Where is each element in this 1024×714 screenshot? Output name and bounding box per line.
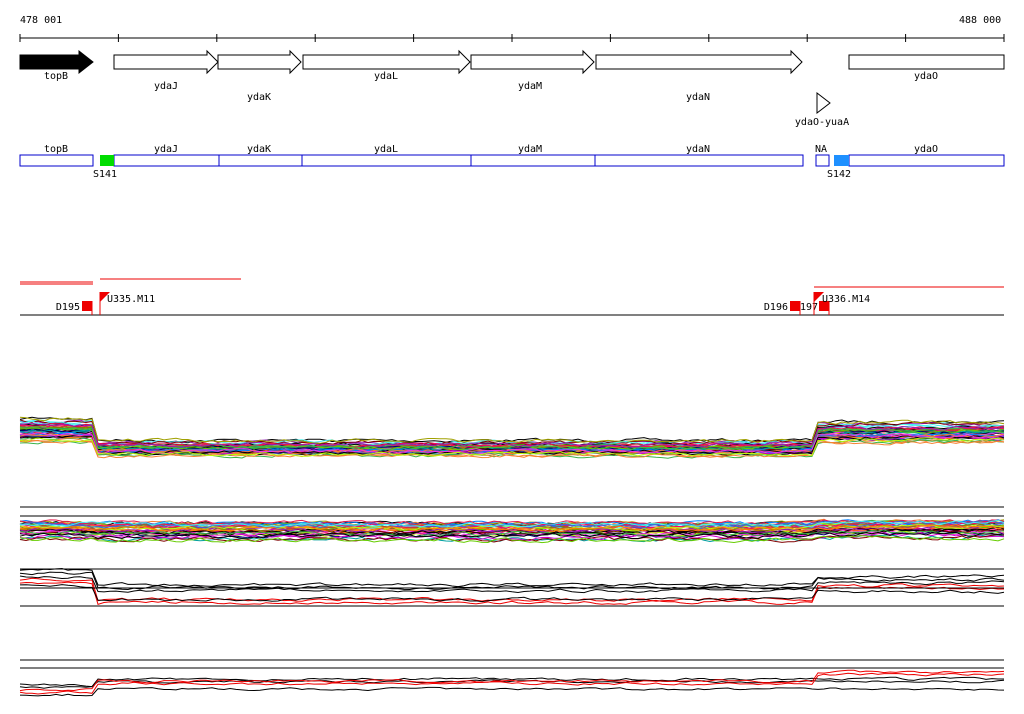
gene-label-ydaO: ydaO — [914, 71, 938, 82]
region-label-NA: NA — [815, 144, 827, 155]
gene-label-ydaL: ydaL — [374, 71, 398, 82]
gene-label-ydaJ: ydaJ — [154, 81, 178, 92]
track-probe-profiles — [19, 518, 1005, 544]
profile-line — [19, 686, 1005, 697]
marker-label-U336-M14: U336.M14 — [822, 294, 870, 305]
region-box-ydaO[interactable] — [848, 154, 1005, 167]
segment-label-S142: S142 — [827, 169, 851, 180]
track-baselines — [20, 587, 1004, 607]
gene-arrow-ydaO-yuaA[interactable] — [816, 91, 831, 115]
region-label-ydaO: ydaO — [914, 144, 938, 155]
track-condition-profiles — [19, 567, 1005, 606]
gene-arrow-ydaM[interactable] — [470, 49, 595, 75]
gene-label-ydaO-yuaA: ydaO-yuaA — [795, 117, 849, 128]
gene-arrow-ydaJ[interactable] — [113, 49, 219, 75]
profile-line — [19, 672, 1005, 695]
region-label-ydaN: ydaN — [686, 144, 710, 155]
marker-D196[interactable] — [790, 301, 800, 311]
track-separator — [20, 659, 1004, 669]
end-coordinate-label: 488 000 — [959, 15, 1001, 26]
region-label-ydaL: ydaL — [374, 144, 398, 155]
gene-label-ydaN: ydaN — [686, 92, 710, 103]
segment-label-S141: S141 — [93, 169, 117, 180]
region-box-topB[interactable] — [19, 154, 94, 167]
gene-arrow-topB[interactable] — [19, 49, 94, 75]
region-label-ydaK: ydaK — [247, 144, 271, 155]
marker-label-197: 197 — [800, 302, 818, 313]
marker-track: D195 U335.M11 D196 197 U336.M14 — [20, 278, 1004, 316]
profile-line — [19, 575, 1005, 594]
gene-arrow-ydaL[interactable] — [302, 49, 471, 75]
region-box-ydaJ[interactable] — [113, 154, 220, 167]
marker-D195[interactable] — [82, 301, 92, 311]
region-label-ydaJ: ydaJ — [154, 144, 178, 155]
segment-block-S142[interactable] — [834, 155, 849, 166]
track-expression-profiles — [19, 416, 1005, 459]
marker-label-U335-M11: U335.M11 — [107, 294, 155, 305]
profile-line — [19, 571, 1005, 591]
gene-arrow-ydaN[interactable] — [595, 49, 803, 75]
gene-arrow-ydaK[interactable] — [217, 49, 302, 75]
gene-track: topB ydaJ ydaK ydaL ydaM ydaN ydaO ydaO-… — [19, 49, 1005, 128]
region-label-ydaM: ydaM — [518, 144, 542, 155]
region-track: topB ydaJ ydaK ydaL ydaM ydaN NA ydaO S1… — [19, 144, 1005, 180]
gene-label-ydaM: ydaM — [518, 81, 542, 92]
marker-label-D195: D195 — [56, 302, 80, 313]
region-label-topB: topB — [44, 144, 68, 155]
track-separator — [20, 506, 1004, 517]
track-bottom-profiles — [19, 669, 1005, 697]
segment-block-S141[interactable] — [100, 155, 114, 166]
region-box-NA[interactable] — [815, 154, 830, 167]
region-box-ydaL[interactable] — [301, 154, 472, 167]
profile-line — [19, 567, 1005, 588]
gene-label-ydaK: ydaK — [247, 92, 271, 103]
genome-browser-view: 478 001 488 000 topB ydaJ ydaK ydaL ydaM… — [19, 15, 1005, 697]
start-coordinate-label: 478 001 — [20, 15, 62, 26]
profile-line — [19, 669, 1005, 692]
region-box-ydaM[interactable] — [470, 154, 596, 167]
region-box-ydaN[interactable] — [594, 154, 804, 167]
marker-label-D196: D196 — [764, 302, 788, 313]
gene-label-topB: topB — [44, 71, 68, 82]
region-box-ydaK[interactable] — [218, 154, 303, 167]
coordinate-ruler: 478 001 488 000 — [19, 15, 1005, 42]
gene-box-ydaO[interactable] — [848, 54, 1005, 70]
